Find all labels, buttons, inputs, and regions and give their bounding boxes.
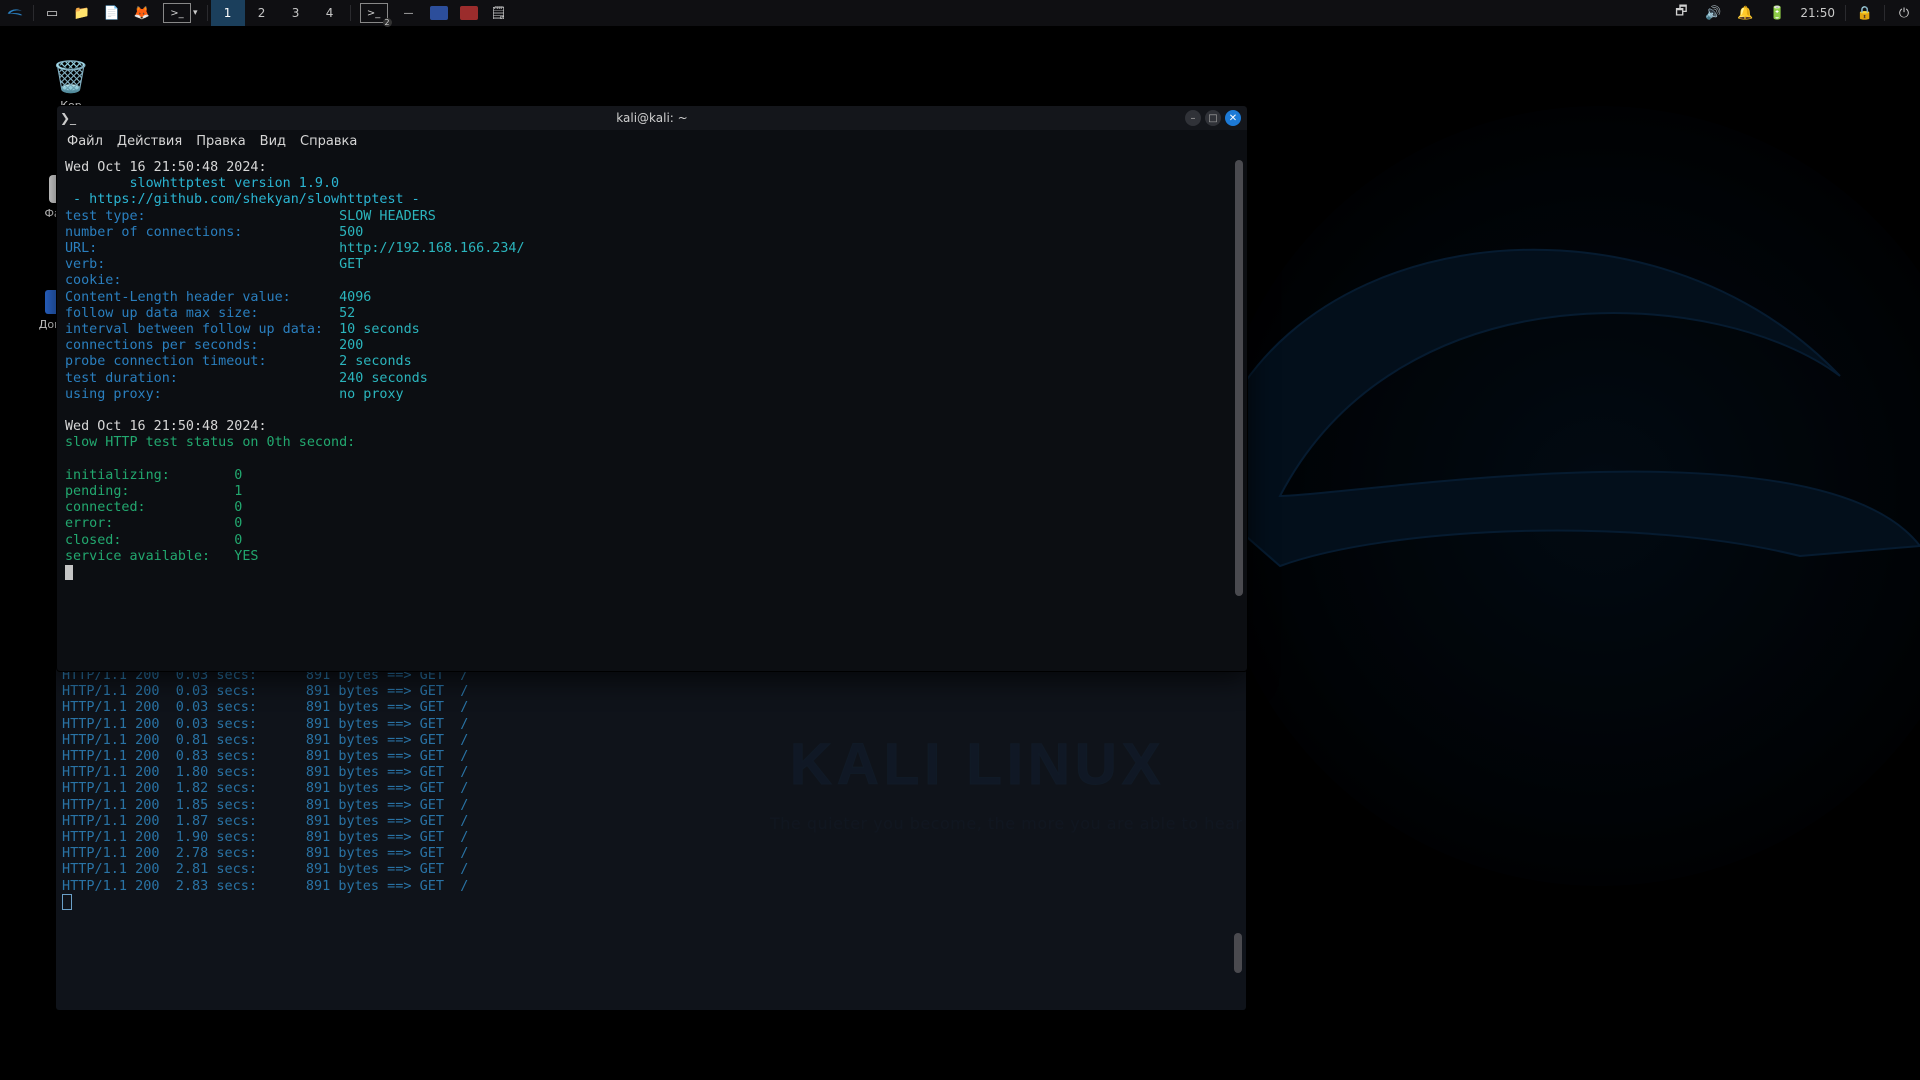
- lock-icon: 🔒: [1856, 4, 1874, 22]
- terminal-menu-действия[interactable]: Действия: [117, 134, 182, 156]
- terminal-icon: >_: [163, 3, 191, 23]
- panel-files-icon[interactable]: 📁: [67, 0, 97, 26]
- terminal-title-text: kali@kali: ~: [57, 111, 1247, 125]
- note-icon: 🗒: [490, 4, 508, 22]
- terminal-scrollbar[interactable]: [1233, 160, 1245, 667]
- trash-icon: 🗑️: [36, 60, 106, 95]
- panel-lock[interactable]: 🔒: [1849, 0, 1881, 26]
- bell-icon: 🔔: [1736, 4, 1754, 22]
- kali-menu-icon[interactable]: [0, 0, 30, 26]
- task-min-icon: —: [400, 4, 418, 22]
- window-minimize-button[interactable]: –: [1185, 110, 1201, 126]
- panel-task-tile2[interactable]: [454, 0, 484, 26]
- terminal-menu-справка[interactable]: Справка: [300, 134, 357, 156]
- window-close-button[interactable]: ✕: [1225, 110, 1241, 126]
- panel-terminal-icon[interactable]: >_▾: [157, 0, 204, 26]
- panel-task-tile1[interactable]: [424, 0, 454, 26]
- window-icon: ▭: [43, 4, 61, 22]
- panel-task-note[interactable]: 🗒: [484, 0, 514, 26]
- terminal-output[interactable]: Wed Oct 16 21:50:48 2024: slowhttptest v…: [57, 156, 1247, 671]
- terminal-titlebar[interactable]: ❯_ kali@kali: ~ – □ ✕: [57, 106, 1247, 130]
- scrollbar-thumb[interactable]: [1235, 160, 1243, 596]
- panel-power[interactable]: ⏻: [1888, 0, 1920, 26]
- top-panel: ▭ 📁 📄 🦊 >_▾ 1234 >_2 — 🗒 🗗 🔊 🔔 🔋 21:50 🔒…: [0, 0, 1920, 26]
- panel-task-terminal[interactable]: >_2: [354, 0, 394, 26]
- tile-blue-icon: [430, 6, 448, 20]
- firefox-icon: 🦊: [133, 4, 151, 22]
- speaker-icon: 🔊: [1704, 4, 1722, 22]
- workspace-3[interactable]: 3: [279, 0, 313, 26]
- battery-icon: 🔋: [1768, 4, 1786, 22]
- workspace-2[interactable]: 2: [245, 0, 279, 26]
- power-icon: ⏻: [1895, 4, 1913, 22]
- task-terminal-icon: >_2: [360, 3, 388, 23]
- terminal-menu-файл[interactable]: Файл: [67, 134, 103, 156]
- panel-notifications[interactable]: 🔔: [1729, 0, 1761, 26]
- document-icon: 📄: [103, 4, 121, 22]
- panel-editor-icon[interactable]: 📄: [97, 0, 127, 26]
- terminal-menu-вид[interactable]: Вид: [260, 134, 286, 156]
- panel-sound[interactable]: 🔊: [1697, 0, 1729, 26]
- panel-task-min[interactable]: —: [394, 0, 424, 26]
- folder-icon: 📁: [73, 4, 91, 22]
- panel-app-icon[interactable]: ▭: [37, 0, 67, 26]
- panel-firefox-icon[interactable]: 🦊: [127, 0, 157, 26]
- panel-battery[interactable]: 🔋: [1761, 0, 1793, 26]
- window-maximize-button[interactable]: □: [1205, 110, 1221, 126]
- workspace-1[interactable]: 1: [211, 0, 245, 26]
- tile-red-icon: [460, 6, 478, 20]
- scrollbar-thumb[interactable]: [1234, 933, 1242, 973]
- workspace-4[interactable]: 4: [313, 0, 347, 26]
- terminal-window: ❯_ kali@kali: ~ – □ ✕ Файл Действия Правка…: [56, 105, 1248, 672]
- panel-clock[interactable]: 21:50: [1793, 0, 1842, 26]
- panel-workspace-switcher[interactable]: 🗗: [1665, 0, 1697, 26]
- workspaces-icon: 🗗: [1672, 4, 1690, 22]
- terminal-menu-правка[interactable]: Правка: [196, 134, 245, 156]
